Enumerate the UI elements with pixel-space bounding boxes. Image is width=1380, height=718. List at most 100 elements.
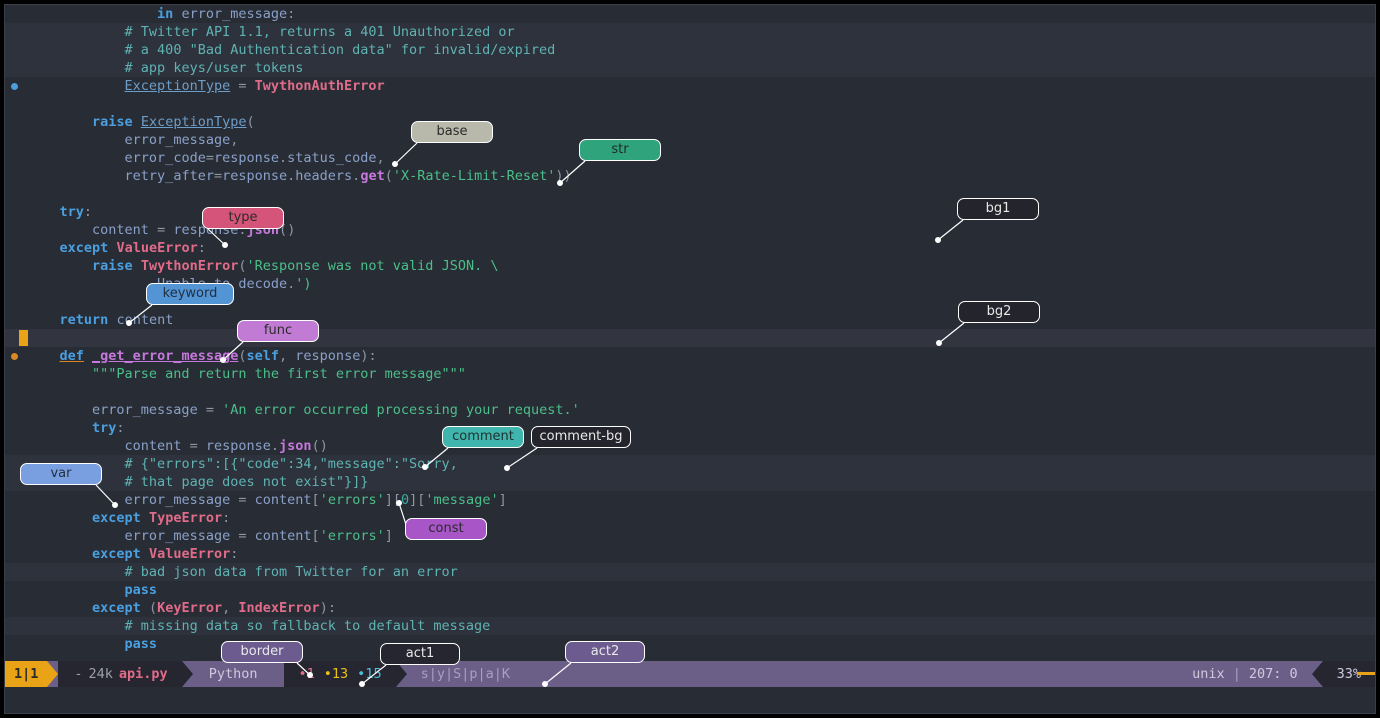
- callout-label-bg2: bg2: [958, 301, 1040, 323]
- code-line-text: in error_message:: [5, 5, 1375, 23]
- code-line[interactable]: error_message = 'An error occurred proce…: [5, 401, 1375, 419]
- callout-label-act2: act2: [565, 641, 645, 663]
- status-file-info[interactable]: - 24k api.py: [58, 661, 181, 687]
- gutter: [5, 221, 27, 239]
- code-line[interactable]: # that page does not exist"}]}: [5, 473, 1375, 491]
- gutter: [5, 347, 27, 365]
- code-line-text: # {"errors":[{"code":34,"message":"Sorry…: [5, 455, 1375, 473]
- editor-window: in error_message: # Twitter API 1.1, ret…: [4, 4, 1376, 714]
- code-line[interactable]: [5, 329, 1375, 347]
- gutter-marker-blue-icon: [11, 83, 18, 90]
- code-line[interactable]: error_code=response.status_code,: [5, 149, 1375, 167]
- code-line[interactable]: except (KeyError, IndexError):: [5, 599, 1375, 617]
- code-line-text: # Twitter API 1.1, returns a 401 Unautho…: [5, 23, 1375, 41]
- code-line[interactable]: ExceptionType = TwythonAuthError: [5, 77, 1375, 95]
- code-line[interactable]: """Parse and return the first error mess…: [5, 365, 1375, 383]
- code-line-text: # missing data so fallback to default me…: [5, 617, 1375, 635]
- gutter: [5, 527, 27, 545]
- status-language[interactable]: Python: [193, 661, 274, 687]
- code-line[interactable]: return content: [5, 311, 1375, 329]
- code-line[interactable]: [5, 95, 1375, 113]
- callout-label-comment-bg: comment-bg: [531, 426, 631, 448]
- callout-label-type: type: [202, 207, 284, 229]
- status-encoding: unix: [1192, 666, 1225, 682]
- callout-label-var: var: [20, 463, 102, 485]
- callout-label-str: str: [579, 139, 661, 161]
- callout-label-bg1: bg1: [957, 198, 1039, 220]
- code-line-text: return content: [5, 311, 1375, 329]
- gutter: [5, 401, 27, 419]
- code-line[interactable]: except ValueError:: [5, 545, 1375, 563]
- code-line-text: error_message = content['errors'][0]['me…: [5, 491, 1375, 509]
- code-line-text: except ValueError:: [5, 239, 1375, 257]
- code-line-text: error_message = content['errors']: [5, 527, 1375, 545]
- diagnostic-warning: •13: [324, 666, 348, 682]
- code-line[interactable]: [5, 383, 1375, 401]
- status-diagnostics[interactable]: •1 •13 •15: [284, 661, 395, 687]
- screen: in error_message: # Twitter API 1.1, ret…: [0, 0, 1380, 718]
- code-line-text: raise ExceptionType(: [5, 113, 1375, 131]
- code-line[interactable]: retry_after=response.headers.get('X-Rate…: [5, 167, 1375, 185]
- code-line[interactable]: # missing data so fallback to default me…: [5, 617, 1375, 635]
- code-line[interactable]: try:: [5, 419, 1375, 437]
- code-line-text: error_message = 'An error occurred proce…: [5, 401, 1375, 419]
- code-line[interactable]: def _get_error_message(self, response):: [5, 347, 1375, 365]
- status-mode-indicator[interactable]: 1|1: [5, 661, 47, 687]
- code-line-text: except TypeError:: [5, 509, 1375, 527]
- code-editor-pane[interactable]: in error_message: # Twitter API 1.1, ret…: [5, 5, 1375, 667]
- gutter: [5, 635, 27, 653]
- gutter: [5, 167, 27, 185]
- code-line[interactable]: error_message = content['errors']: [5, 527, 1375, 545]
- status-cursor-position: 207: 0: [1249, 666, 1298, 682]
- gutter: [5, 491, 27, 509]
- status-sep-file-lang: [182, 661, 193, 687]
- callout-label-func: func: [237, 320, 319, 342]
- code-line[interactable]: # {"errors":[{"code":34,"message":"Sorry…: [5, 455, 1375, 473]
- gutter: [5, 257, 27, 275]
- code-line-text: # that page does not exist"}]}: [5, 473, 1375, 491]
- status-file-name: api.py: [119, 666, 168, 682]
- code-line[interactable]: # app keys/user tokens: [5, 59, 1375, 77]
- diagnostic-info: •15: [357, 666, 381, 682]
- code-line-text: error_code=response.status_code,: [5, 149, 1375, 167]
- code-line-text: ExceptionType = TwythonAuthError: [5, 77, 1375, 95]
- code-line-text: error_message,: [5, 131, 1375, 149]
- code-line[interactable]: error_message = content['errors'][0]['me…: [5, 491, 1375, 509]
- gutter: [5, 599, 27, 617]
- gutter: [5, 203, 27, 221]
- code-line[interactable]: pass: [5, 581, 1375, 599]
- gutter: [5, 41, 27, 59]
- code-line[interactable]: # a 400 "Bad Authentication data" for in…: [5, 41, 1375, 59]
- code-line[interactable]: [5, 185, 1375, 203]
- code-line[interactable]: # bad json data from Twitter for an erro…: [5, 563, 1375, 581]
- code-line[interactable]: pass: [5, 635, 1375, 653]
- code-line[interactable]: error_message,: [5, 131, 1375, 149]
- callout-label-comment: comment: [442, 426, 524, 448]
- gutter: [5, 23, 27, 41]
- code-line[interactable]: in error_message:: [5, 5, 1375, 23]
- code-line[interactable]: raise TwythonError('Response was not val…: [5, 257, 1375, 275]
- code-line-text: except ValueError:: [5, 545, 1375, 563]
- callout-label-keyword: keyword: [146, 283, 234, 305]
- status-encoding-position[interactable]: unix | 207: 0: [1178, 661, 1311, 687]
- gutter: [5, 563, 27, 581]
- code-line-text: pass: [5, 581, 1375, 599]
- gutter: [5, 545, 27, 563]
- code-line[interactable]: except ValueError:: [5, 239, 1375, 257]
- code-line[interactable]: except TypeError:: [5, 509, 1375, 527]
- status-file-prefix: -: [74, 666, 82, 682]
- status-sep-mode-file: [47, 661, 58, 687]
- code-line-text: # a 400 "Bad Authentication data" for in…: [5, 41, 1375, 59]
- code-line[interactable]: # Twitter API 1.1, returns a 401 Unautho…: [5, 23, 1375, 41]
- gutter: [5, 311, 27, 329]
- gutter: [5, 239, 27, 257]
- gutter: [5, 149, 27, 167]
- code-line[interactable]: content = response.json(): [5, 437, 1375, 455]
- gutter: [5, 617, 27, 635]
- code-line-text: # bad json data from Twitter for an erro…: [5, 563, 1375, 581]
- gutter: [5, 509, 27, 527]
- callout-label-act1: act1: [380, 643, 460, 665]
- code-line[interactable]: raise ExceptionType(: [5, 113, 1375, 131]
- status-file-size: 24k: [89, 666, 113, 682]
- gutter: [5, 365, 27, 383]
